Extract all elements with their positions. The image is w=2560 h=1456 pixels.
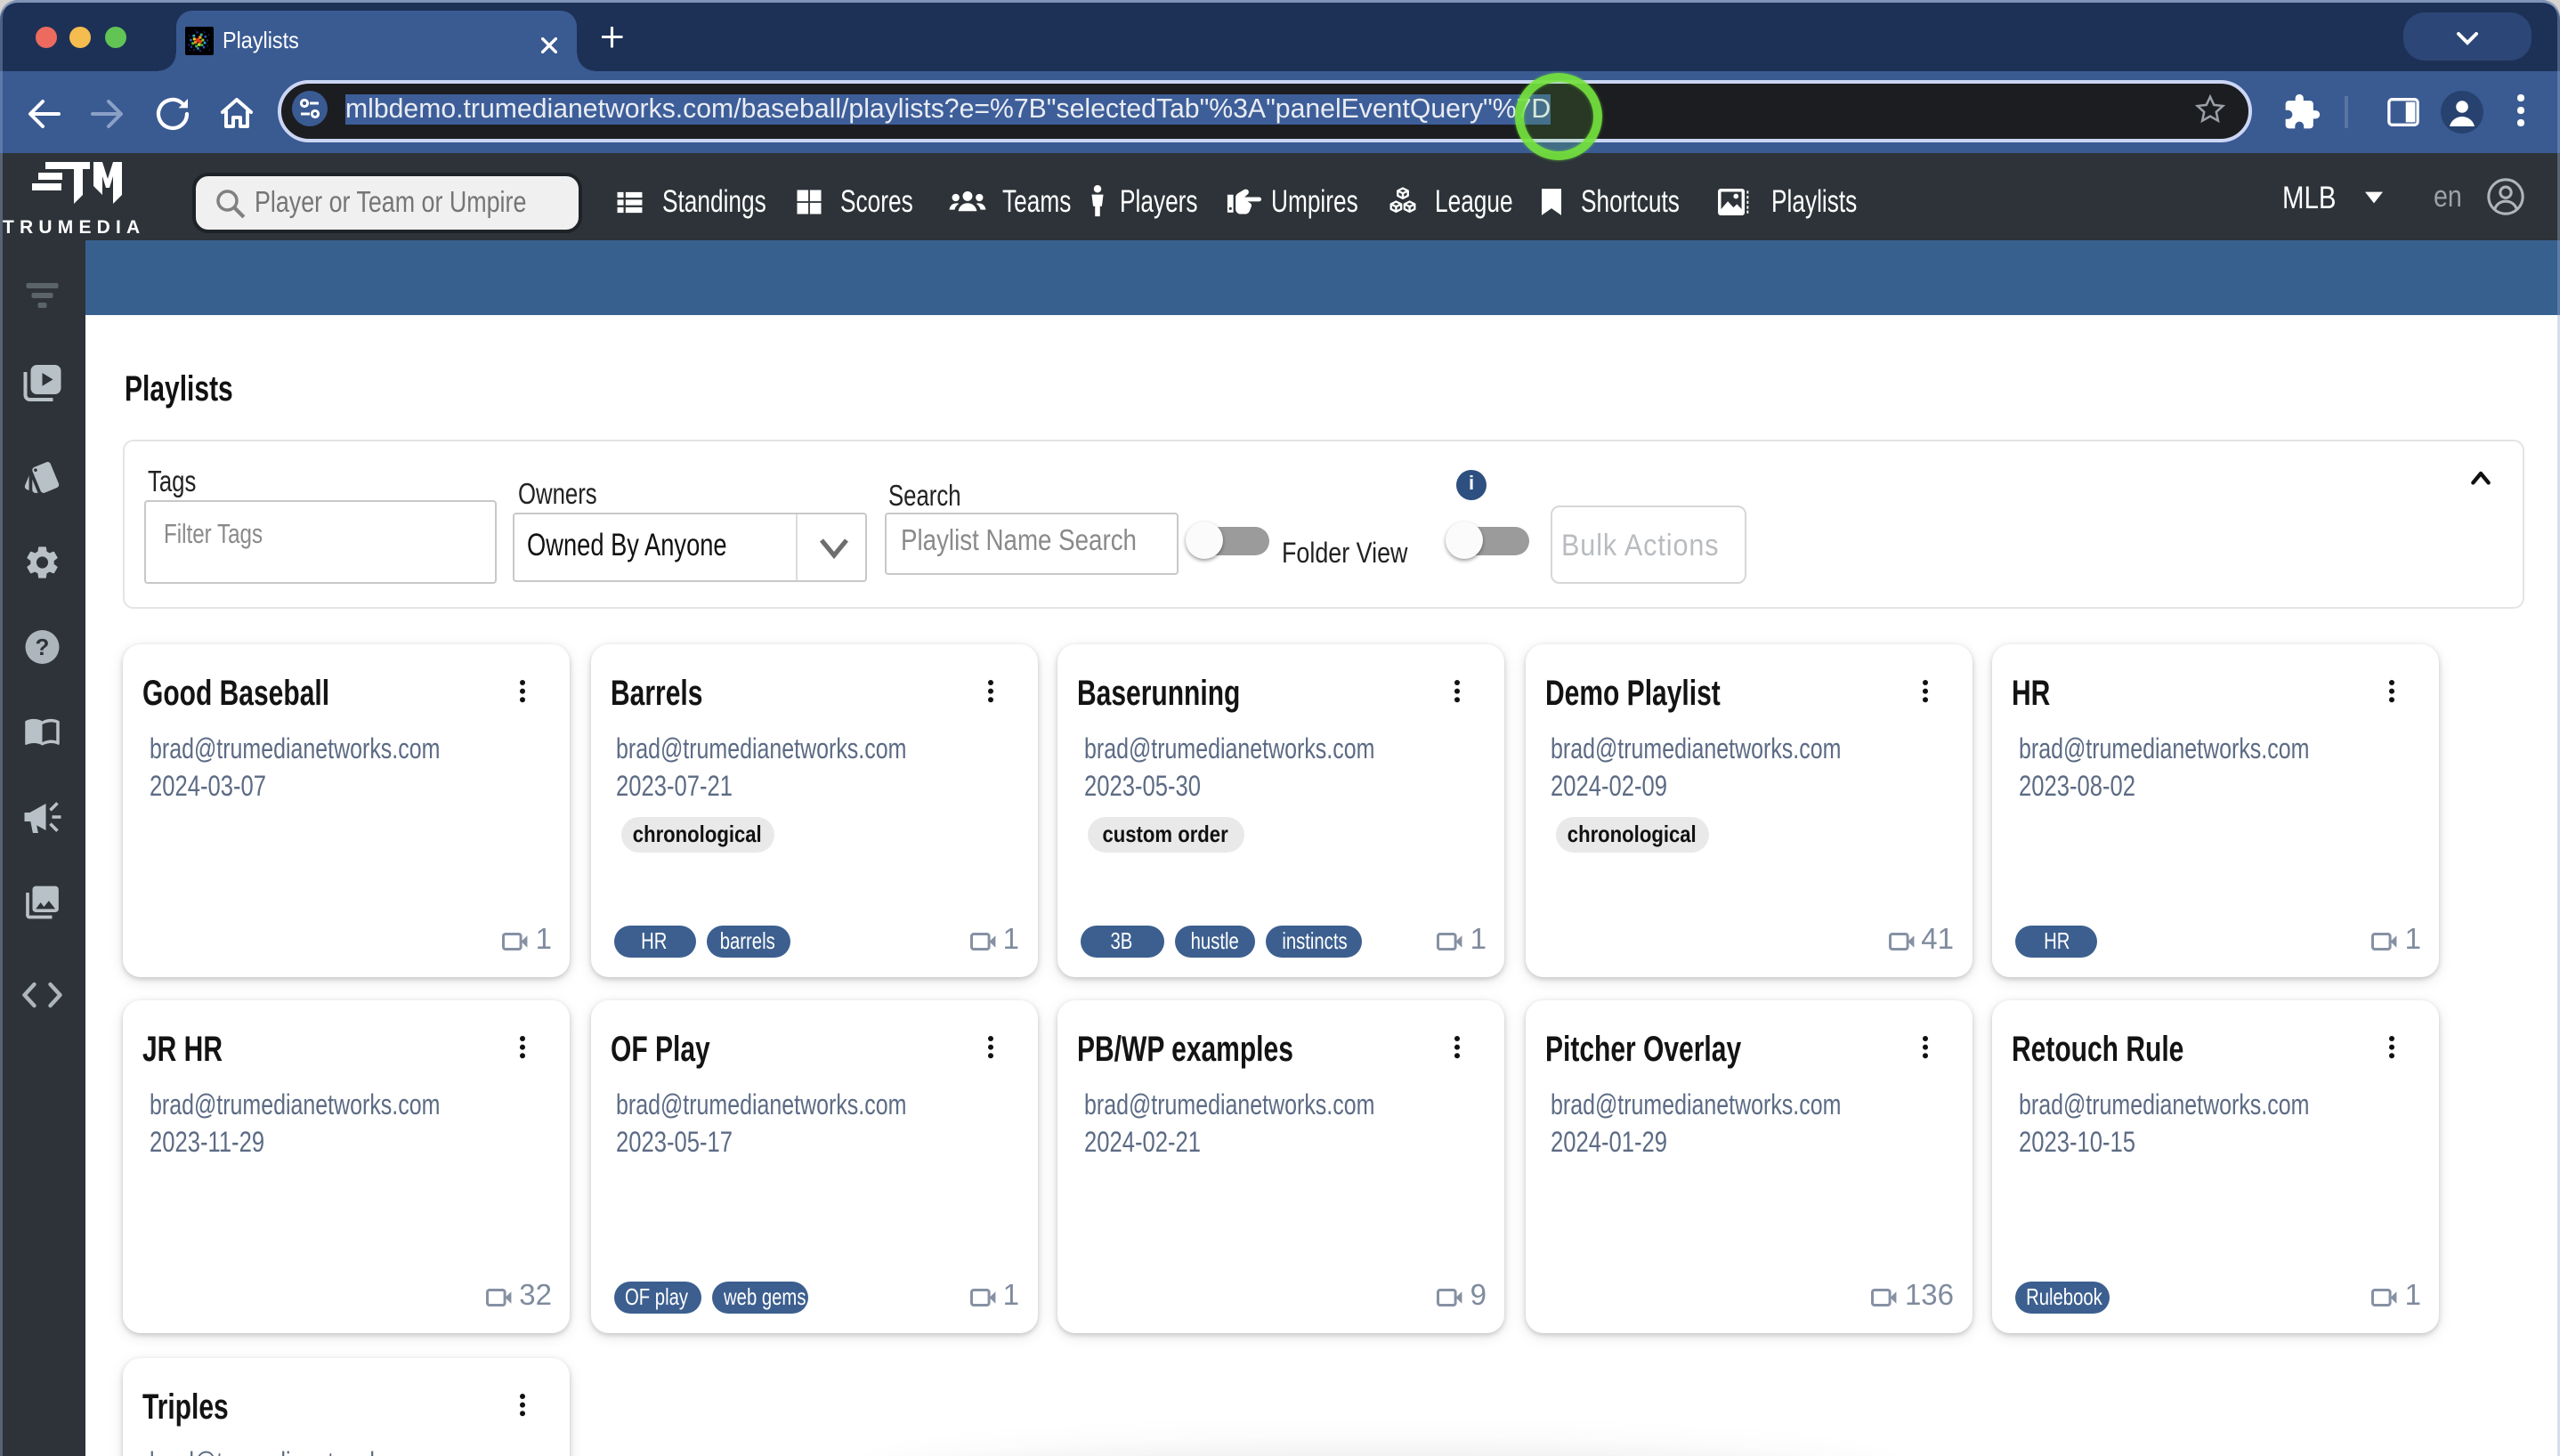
svg-text:?: ? <box>36 634 50 660</box>
